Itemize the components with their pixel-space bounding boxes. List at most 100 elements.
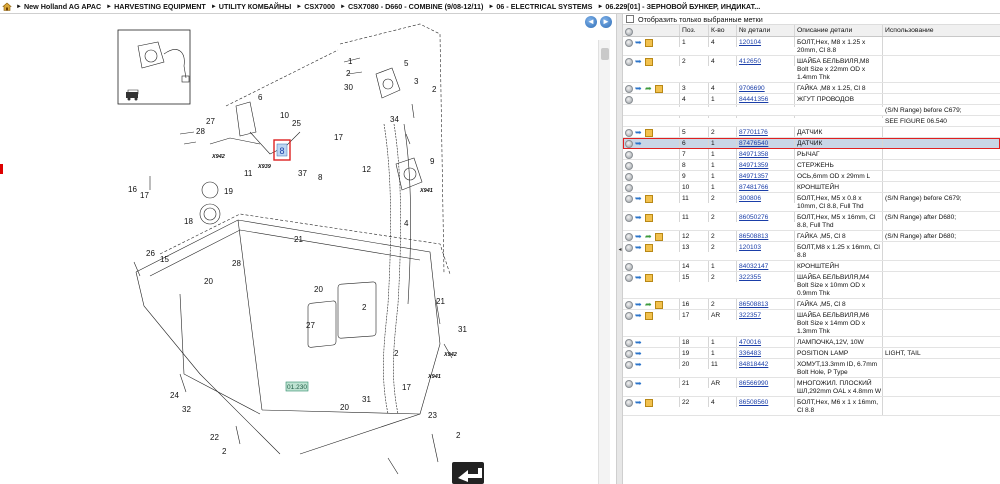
callout-number[interactable]: 16 <box>128 185 137 194</box>
callout-number[interactable]: 11 <box>244 169 253 178</box>
status-dot-icon[interactable] <box>625 301 633 309</box>
callout-number[interactable]: X942 <box>211 154 225 160</box>
callout-number[interactable]: X939 <box>257 164 272 170</box>
info-arrow-icon[interactable]: ➥ <box>635 58 643 66</box>
col-pos[interactable]: Поз. <box>680 25 709 36</box>
callout-number[interactable]: 17 <box>334 133 343 142</box>
callout-number[interactable]: 20 <box>314 285 323 294</box>
info-arrow-icon[interactable]: ➥ <box>635 399 643 407</box>
info-arrow-icon[interactable]: ➥ <box>635 301 643 309</box>
cell-part-number[interactable]: 336483 <box>737 348 795 358</box>
status-dot-icon[interactable] <box>625 151 633 159</box>
cell-part-number[interactable]: 322355 <box>737 272 795 282</box>
forward-button[interactable]: ► <box>600 16 612 28</box>
info-arrow-icon[interactable]: ➥ <box>635 85 643 93</box>
table-row[interactable]: ➥ ➦ 3 4 9706690 ГАЙКА ,M8 x 1.25, Cl 8 <box>623 83 1000 94</box>
cell-part-number[interactable]: 86508813 <box>737 299 795 309</box>
cell-part-number[interactable]: 86566990 <box>737 378 795 388</box>
show-selected-checkbox[interactable] <box>626 15 634 23</box>
callout-number[interactable]: 23 <box>428 411 437 420</box>
table-row[interactable]: ➥ 6 1 87476540 ДАТЧИК <box>623 138 1000 149</box>
cell-part-number[interactable]: 120104 <box>737 37 795 47</box>
col-usage[interactable]: Использование <box>883 25 1000 36</box>
callout-number[interactable]: 2 <box>222 447 227 456</box>
callout-number[interactable]: 31 <box>458 325 467 334</box>
info-arrow-icon[interactable]: ➥ <box>635 380 643 388</box>
status-dot-icon[interactable] <box>625 195 633 203</box>
table-row[interactable]: 14 1 84032147 КРОНШТЕЙН <box>623 261 1000 272</box>
callout-number[interactable]: 20 <box>204 277 213 286</box>
table-row[interactable]: (S/N Range) before C679; <box>623 105 1000 116</box>
show-selected-filter[interactable]: Отобразить только выбранные метки <box>623 14 1000 25</box>
pane-splitter[interactable]: ◂ <box>616 14 623 484</box>
breadcrumb-item[interactable]: ► 06 - ELECTRICAL SYSTEMS <box>488 2 592 11</box>
status-dot-icon[interactable] <box>625 312 633 320</box>
info-arrow-icon[interactable]: ➥ <box>635 339 643 347</box>
callout-number[interactable]: 25 <box>292 119 301 128</box>
info-arrow-icon[interactable]: ➥ <box>635 214 643 222</box>
cell-part-number[interactable]: 322357 <box>737 310 795 320</box>
callout-number[interactable]: 17 <box>402 383 411 392</box>
table-row[interactable]: 8 1 84971359 СТЕРЖЕНЬ <box>623 160 1000 171</box>
callout-number[interactable]: 27 <box>306 321 315 330</box>
cell-part-number[interactable]: 87701176 <box>737 127 795 137</box>
callout-number[interactable]: 27 <box>206 117 215 126</box>
info-arrow-icon[interactable]: ➥ <box>635 350 643 358</box>
status-dot-icon[interactable] <box>625 361 633 369</box>
callout-number[interactable]: 2 <box>432 85 437 94</box>
cell-part-number[interactable]: 86050276 <box>737 212 795 222</box>
status-dot-icon[interactable] <box>625 380 633 388</box>
cell-part-number[interactable]: 84971357 <box>737 171 795 181</box>
callout-number[interactable]: 30 <box>344 83 353 92</box>
table-row[interactable]: 7 1 84971358 РЫЧАГ <box>623 149 1000 160</box>
callout-number[interactable]: 28 <box>196 127 205 136</box>
table-row[interactable]: ➥ 13 2 120103 БОЛТ,M8 x 1.25 x 16mm, Cl 8.8 <box>623 242 1000 261</box>
callout-number[interactable]: 20 <box>340 403 349 412</box>
status-dot-icon[interactable] <box>625 244 633 252</box>
callout-number[interactable]: 4 <box>404 219 409 228</box>
table-row[interactable]: SEE FIGURE 06.540 <box>623 116 1000 127</box>
package-icon[interactable] <box>655 233 663 241</box>
table-row[interactable]: ➥ 17 AR 322357 ШАЙБА БЕЛЬВИЛЯ,M6 Bolt Size x… <box>623 310 1000 337</box>
callout-number[interactable]: 21 <box>436 297 445 306</box>
breadcrumb-item[interactable]: ► 06.229[01] - ЗЕРНОВОЙ БУНКЕР, ИНДИКАТ..… <box>597 2 760 11</box>
cell-part-number[interactable]: 84971359 <box>737 160 795 170</box>
callout-number[interactable]: 12 <box>362 165 371 174</box>
callout-number[interactable]: 32 <box>182 405 191 414</box>
callout-number[interactable]: 2 <box>394 349 399 358</box>
callout-number[interactable]: X942 <box>443 352 457 358</box>
status-dot-icon[interactable] <box>625 85 633 93</box>
cell-part-number[interactable]: 87481766 <box>737 182 795 192</box>
callout-number[interactable]: 31 <box>362 395 371 404</box>
breadcrumb-item[interactable]: ► UTILITY КОМБАЙНЫ <box>211 2 291 11</box>
package-icon[interactable] <box>655 301 663 309</box>
callout-number[interactable]: 22 <box>210 433 219 442</box>
package-icon[interactable] <box>645 312 653 320</box>
col-part-number[interactable]: № детали <box>737 25 795 36</box>
navigate-icon[interactable] <box>452 462 484 484</box>
alternate-part-icon[interactable]: ➦ <box>645 301 653 309</box>
table-row[interactable]: ➥ ➦ 16 2 86508813 ГАЙКА ,M5, Cl 8 <box>623 299 1000 310</box>
table-row[interactable]: ➥ 15 2 322355 ШАЙБА БЕЛЬВИЛЯ,M4 Bolt Size x … <box>623 272 1000 299</box>
cell-part-number[interactable]: 84441356 <box>737 94 795 104</box>
callout-number[interactable]: 9 <box>430 157 435 166</box>
info-arrow-icon[interactable]: ➥ <box>635 312 643 320</box>
status-dot-icon[interactable] <box>625 399 633 407</box>
cell-part-number[interactable]: 84818442 <box>737 359 795 369</box>
info-arrow-icon[interactable]: ➥ <box>635 244 643 252</box>
cell-part-number[interactable]: 300806 <box>737 193 795 203</box>
callout-number[interactable]: 3 <box>414 77 419 86</box>
status-dot-icon[interactable] <box>625 263 633 271</box>
callout-number[interactable]: 10 <box>280 111 289 120</box>
status-dot-icon[interactable] <box>625 274 633 282</box>
cell-part-number[interactable]: 86508560 <box>737 397 795 407</box>
table-row[interactable]: ➥ 21 AR 86566990 МНОГОЖИЛ. ПЛОСКИЙ ШЛ,292mm … <box>623 378 1000 397</box>
package-icon[interactable] <box>645 214 653 222</box>
info-arrow-icon[interactable]: ➥ <box>635 140 643 148</box>
breadcrumb-item[interactable]: ► CSX7080 - D660 - COMBINE (9/08-12/11) <box>340 2 483 11</box>
package-icon[interactable] <box>645 399 653 407</box>
callout-number[interactable]: 26 <box>146 249 155 258</box>
callout-number[interactable]: 18 <box>184 217 193 226</box>
callout-number[interactable]: X941 <box>427 374 441 380</box>
cell-part-number[interactable]: 84032147 <box>737 261 795 271</box>
